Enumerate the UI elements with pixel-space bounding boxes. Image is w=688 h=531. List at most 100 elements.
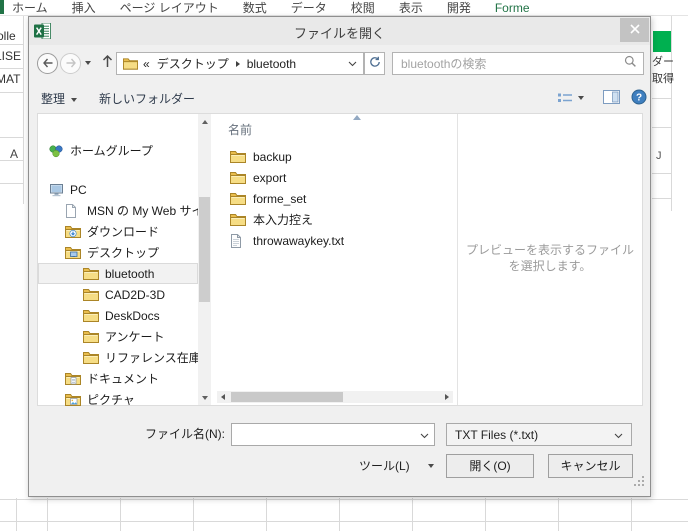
nav-item[interactable]: MSN の My Web サイ xyxy=(38,200,198,221)
grid-line xyxy=(0,137,24,138)
nav-item[interactable]: ダウンロード xyxy=(38,221,198,242)
nav-item-label: ドキュメント xyxy=(87,370,159,387)
sort-ascending-icon[interactable] xyxy=(353,115,361,120)
dialog-content: ホームグループ PC MSN の My Web サイ ダウンロー xyxy=(37,113,643,406)
ribbon-tab[interactable]: ホーム xyxy=(12,1,48,16)
file-row[interactable]: export xyxy=(215,167,457,188)
file-name: forme_set xyxy=(253,192,306,206)
file-row[interactable]: forme_set xyxy=(215,188,457,209)
nav-item[interactable]: DeskDocs xyxy=(38,305,198,326)
back-button[interactable] xyxy=(37,53,58,74)
ribbon-tab[interactable]: 表示 xyxy=(399,1,423,16)
filename-input[interactable] xyxy=(237,427,420,443)
resize-grip-icon[interactable] xyxy=(634,474,645,492)
new-folder-button[interactable]: 新しいフォルダー xyxy=(99,90,195,107)
folder-icon xyxy=(83,267,101,280)
file-row[interactable]: 本入力控え xyxy=(215,209,457,230)
ribbon-tab[interactable]: 挿入 xyxy=(72,1,96,16)
scrollbar-thumb[interactable] xyxy=(231,392,343,402)
change-view-button[interactable] xyxy=(557,91,573,110)
grid-line xyxy=(0,499,688,500)
nav-item[interactable]: ホームグループ xyxy=(38,140,198,161)
breadcrumb-desktop[interactable]: デスクトップ xyxy=(157,55,229,72)
chevron-down-icon[interactable] xyxy=(348,61,357,67)
organize-label: 整理 xyxy=(41,90,65,107)
file-name: throwawaykey.txt xyxy=(253,234,344,248)
grid-line xyxy=(652,198,672,199)
excel-cell-text: ダー xyxy=(652,53,674,69)
ribbon-tab[interactable]: 数式 xyxy=(243,1,267,16)
filetype-select[interactable]: TXT Files (*.txt) xyxy=(446,423,632,446)
close-button[interactable] xyxy=(620,18,649,42)
nav-item-label: ピクチャ xyxy=(87,391,135,408)
folder-icon xyxy=(83,330,101,343)
ribbon-tabs: ホーム 挿入 ページ レイアウト 数式 データ 校閲 表示 開発 Forme xyxy=(12,0,554,16)
scroll-left-icon[interactable] xyxy=(217,391,229,403)
excel-green-cell xyxy=(653,31,671,52)
scrollbar-thumb[interactable] xyxy=(199,197,210,302)
file-row[interactable]: throwawaykey.txt xyxy=(215,230,457,251)
grid-line xyxy=(652,127,672,128)
open-button[interactable]: 開く(O) xyxy=(446,454,534,478)
scroll-down-icon[interactable] xyxy=(198,391,211,404)
nav-item-label: bluetooth xyxy=(105,267,154,281)
tools-button[interactable]: ツール(L) xyxy=(359,454,434,477)
excel-cell-text: olle xyxy=(0,29,16,43)
preview-pane-button[interactable] xyxy=(603,90,620,109)
ribbon-tab-label: ページ レイアウト xyxy=(120,1,219,15)
nav-item[interactable]: CAD2D-3D xyxy=(38,284,198,305)
ribbon-tab[interactable]: 校閲 xyxy=(351,1,375,16)
nav-item[interactable]: ドキュメント xyxy=(38,368,198,389)
excel-cell-text: 取得 xyxy=(652,70,674,86)
nav-item[interactable]: PC xyxy=(38,179,198,200)
preview-pane-icon xyxy=(603,90,620,109)
ribbon-tab[interactable]: ページ レイアウト xyxy=(120,1,219,16)
refresh-button[interactable] xyxy=(364,52,385,75)
folder-icon xyxy=(83,309,101,322)
grid-line xyxy=(0,183,24,184)
recent-locations-dropdown-icon[interactable] xyxy=(85,61,91,65)
chevron-down-icon xyxy=(428,464,434,468)
ribbon-tab[interactable]: データ xyxy=(291,1,327,16)
ribbon-tab-label: Forme xyxy=(495,1,530,15)
navigation-pane: ホームグループ PC MSN の My Web サイ ダウンロー xyxy=(38,140,198,410)
nav-scrollbar[interactable] xyxy=(198,114,211,405)
cancel-button[interactable]: キャンセル xyxy=(548,454,633,478)
search-box xyxy=(392,52,644,75)
command-bar: 整理 新しいフォルダー ? xyxy=(29,85,650,111)
search-icon xyxy=(624,55,637,73)
breadcrumb-overflow[interactable]: « xyxy=(143,57,150,71)
view-dropdown-icon[interactable] xyxy=(578,96,584,100)
nav-item[interactable]: ピクチャ xyxy=(38,389,198,410)
nav-item[interactable]: デスクトップ xyxy=(38,242,198,263)
folder-icon xyxy=(230,150,249,163)
help-button[interactable]: ? xyxy=(631,89,647,110)
file-name: export xyxy=(253,171,286,185)
ribbon-tab[interactable]: 開発 xyxy=(447,1,471,16)
nav-item-label: ホームグループ xyxy=(70,142,153,159)
nav-item[interactable]: リファレンス在庫管理 xyxy=(38,347,198,368)
file-row[interactable]: backup xyxy=(215,146,457,167)
ribbon-tab-label: 挿入 xyxy=(72,1,96,15)
organize-button[interactable]: 整理 xyxy=(41,90,77,107)
nav-item[interactable]: bluetooth xyxy=(38,263,198,284)
horizontal-scrollbar[interactable] xyxy=(217,391,453,403)
forward-button[interactable] xyxy=(60,53,81,74)
column-header-name[interactable]: 名前 xyxy=(228,121,252,138)
ribbon-tab[interactable]: Forme xyxy=(495,1,530,16)
excel-accent-bar xyxy=(0,0,4,14)
search-input[interactable] xyxy=(399,56,624,72)
breadcrumb[interactable]: « デスクトップ bluetooth xyxy=(116,52,364,75)
tools-label: ツール(L) xyxy=(359,457,410,474)
forward-icon xyxy=(65,55,77,73)
scroll-up-icon[interactable] xyxy=(198,115,211,128)
up-one-level-button[interactable] xyxy=(99,54,115,72)
nav-item[interactable]: アンケート xyxy=(38,326,198,347)
dialog-titlebar[interactable]: ファイルを開く xyxy=(29,17,650,45)
chevron-down-icon[interactable] xyxy=(420,426,429,444)
scroll-right-icon[interactable] xyxy=(441,391,453,403)
ribbon-tab-label: データ xyxy=(291,1,327,15)
up-arrow-icon xyxy=(101,54,114,73)
breadcrumb-bluetooth[interactable]: bluetooth xyxy=(247,57,296,71)
chevron-down-icon xyxy=(614,428,623,442)
